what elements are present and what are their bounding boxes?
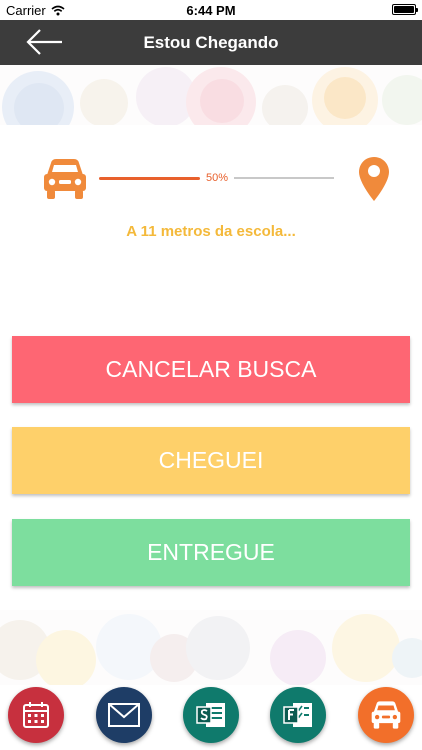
- status-bar: Carrier 6:44 PM: [0, 0, 422, 20]
- status-right: [392, 4, 418, 15]
- pattern-bubble: [80, 79, 128, 125]
- car-icon: [44, 159, 86, 199]
- battery-icon: [392, 4, 418, 15]
- page-title: Estou Chegando: [143, 33, 279, 52]
- bottom-dock: [0, 685, 422, 750]
- dock-car-button[interactable]: [358, 687, 414, 743]
- dock-sharepoint-button[interactable]: [183, 687, 239, 743]
- pattern-bubble: [332, 614, 400, 682]
- pattern-bubble: [392, 638, 422, 678]
- pattern-bubble: [270, 630, 326, 685]
- pattern-bubble: [262, 85, 308, 125]
- car-icon: [371, 701, 401, 729]
- status-time: 6:44 PM: [186, 3, 236, 18]
- dock-mail-button[interactable]: [96, 687, 152, 743]
- progress-bar-filled: [99, 177, 200, 180]
- arrived-button[interactable]: CHEGUEI: [12, 427, 410, 494]
- pattern-bubble: [382, 75, 422, 125]
- sharepoint-icon: [196, 703, 225, 727]
- forms-icon: [283, 703, 312, 727]
- mail-icon: [108, 703, 140, 727]
- dock-forms-button[interactable]: [270, 687, 326, 743]
- calendar-icon: [23, 702, 49, 728]
- pattern-bubble: [36, 630, 96, 685]
- cancel-search-button[interactable]: CANCELAR BUSCA: [12, 336, 410, 403]
- main-content: 50% A 11 metros da escola... CANCELAR BU…: [0, 125, 422, 610]
- delivered-button[interactable]: ENTREGUE: [12, 519, 410, 586]
- progress-label: 50%: [205, 172, 229, 184]
- pattern-bubble: [324, 77, 366, 119]
- pattern-bubble: [14, 83, 64, 125]
- pattern-bubble: [186, 616, 250, 680]
- pattern-bubble: [200, 79, 244, 123]
- dock-calendar-button[interactable]: [8, 687, 64, 743]
- progress-bar-remaining: [234, 177, 334, 179]
- decorative-pattern-top: [0, 65, 422, 125]
- location-pin-icon: [359, 157, 389, 201]
- nav-bar: Estou Chegando: [0, 20, 422, 65]
- distance-text: A 11 metros da escola...: [126, 223, 296, 240]
- decorative-pattern-bottom: [0, 610, 422, 685]
